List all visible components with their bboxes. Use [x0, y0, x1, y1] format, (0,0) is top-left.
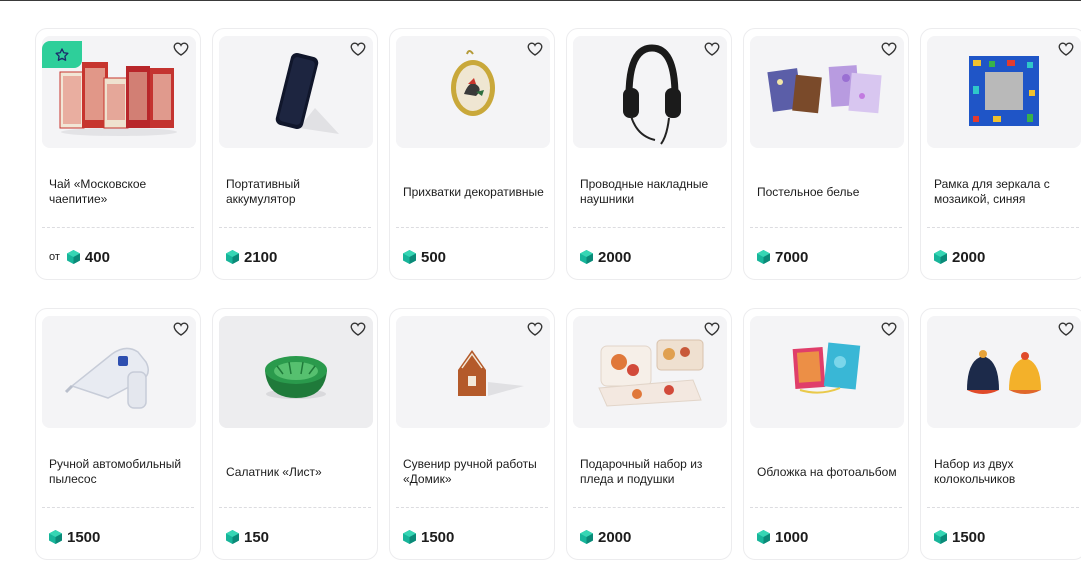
price-value: 1500 [67, 528, 101, 546]
price-value: 1000 [775, 528, 809, 546]
gem-icon [580, 250, 593, 264]
heart-icon[interactable] [880, 40, 898, 58]
product-title[interactable]: Портативный аккумулятор [226, 176, 371, 208]
divider [42, 227, 194, 228]
product-price: 7000 [757, 247, 808, 267]
price-value: 2000 [598, 248, 632, 266]
heart-icon[interactable] [349, 320, 367, 338]
product-price: 500 [403, 247, 446, 267]
heart-icon[interactable] [703, 320, 721, 338]
divider [219, 507, 371, 508]
product-title[interactable]: Чай «Московское чаепитие» [49, 176, 194, 208]
divider [573, 507, 725, 508]
product-price: 150 [226, 527, 269, 547]
top-border [0, 0, 1081, 1]
product-title[interactable]: Сувенир ручной работы «Домик» [403, 456, 548, 488]
product-card[interactable]: Проводные накладные наушники 2000 [566, 28, 732, 280]
price-value: 500 [421, 248, 447, 266]
product-price: 1500 [934, 527, 985, 547]
product-price: 2000 [580, 247, 631, 267]
product-title[interactable]: Подарочный набор из пледа и подушки [580, 456, 725, 488]
product-title[interactable]: Прихватки декоративные [403, 176, 548, 208]
product-title[interactable]: Салатник «Лист» [226, 456, 371, 488]
gem-icon [757, 530, 770, 544]
product-card[interactable]: Рамка для зеркала с мозаикой, синяя 2000 [920, 28, 1081, 280]
product-price: 1000 [757, 527, 808, 547]
divider [927, 227, 1079, 228]
gem-icon [49, 530, 62, 544]
heart-icon[interactable] [526, 40, 544, 58]
gem-icon [226, 250, 239, 264]
heart-icon[interactable] [703, 40, 721, 58]
price-value: 2100 [244, 248, 278, 266]
divider [750, 507, 902, 508]
product-title[interactable]: Набор из двух колокольчиков [934, 456, 1079, 488]
product-card[interactable]: Чай «Московское чаепитие» от 400 [35, 28, 201, 280]
price-value: 1500 [421, 528, 455, 546]
heart-icon[interactable] [1057, 320, 1075, 338]
product-price: 2000 [580, 527, 631, 547]
product-title[interactable]: Рамка для зеркала с мозаикой, синяя [934, 176, 1079, 208]
product-price: от 400 [49, 247, 110, 267]
divider [396, 507, 548, 508]
divider [219, 227, 371, 228]
gem-icon [934, 250, 947, 264]
divider [750, 227, 902, 228]
price-value: 400 [84, 248, 110, 266]
product-card[interactable]: Подарочный набор из пледа и подушки 2000 [566, 308, 732, 560]
price-value: 1500 [952, 528, 986, 546]
product-card[interactable]: Салатник «Лист» 150 [212, 308, 378, 560]
heart-icon[interactable] [349, 40, 367, 58]
heart-icon[interactable] [1057, 40, 1075, 58]
favorite-badge [42, 41, 82, 68]
heart-icon[interactable] [880, 320, 898, 338]
price-value: 150 [244, 528, 270, 546]
price-prefix: от [49, 251, 60, 263]
product-card[interactable]: Прихватки декоративные 500 [389, 28, 555, 280]
gem-icon [934, 530, 947, 544]
product-price: 1500 [403, 527, 454, 547]
product-card[interactable]: Постельное белье 7000 [743, 28, 909, 280]
product-title[interactable]: Проводные накладные наушники [580, 176, 725, 208]
product-title[interactable]: Постельное белье [757, 176, 902, 208]
product-card[interactable]: Сувенир ручной работы «Домик» 1500 [389, 308, 555, 560]
gem-icon [403, 250, 416, 264]
product-card[interactable]: Ручной автомобильный пылесос 1500 [35, 308, 201, 560]
product-card[interactable]: Набор из двух колокольчиков 1500 [920, 308, 1081, 560]
divider [927, 507, 1079, 508]
product-card[interactable]: Портативный аккумулятор 2100 [212, 28, 378, 280]
divider [42, 507, 194, 508]
gem-icon [403, 530, 416, 544]
gem-icon [226, 530, 239, 544]
product-card[interactable]: Обложка на фотоальбом 1000 [743, 308, 909, 560]
product-price: 2100 [226, 247, 277, 267]
product-title[interactable]: Ручной автомобильный пылесос [49, 456, 194, 488]
product-price: 1500 [49, 527, 100, 547]
product-title[interactable]: Обложка на фотоальбом [757, 456, 902, 488]
divider [396, 227, 548, 228]
heart-icon[interactable] [172, 40, 190, 58]
gem-icon [580, 530, 593, 544]
star-icon [55, 47, 69, 61]
divider [573, 227, 725, 228]
heart-icon[interactable] [172, 320, 190, 338]
gem-icon [66, 250, 80, 264]
product-price: 2000 [934, 247, 985, 267]
gem-icon [757, 250, 770, 264]
price-value: 2000 [598, 528, 632, 546]
price-value: 7000 [775, 248, 809, 266]
price-value: 2000 [952, 248, 986, 266]
heart-icon[interactable] [526, 320, 544, 338]
